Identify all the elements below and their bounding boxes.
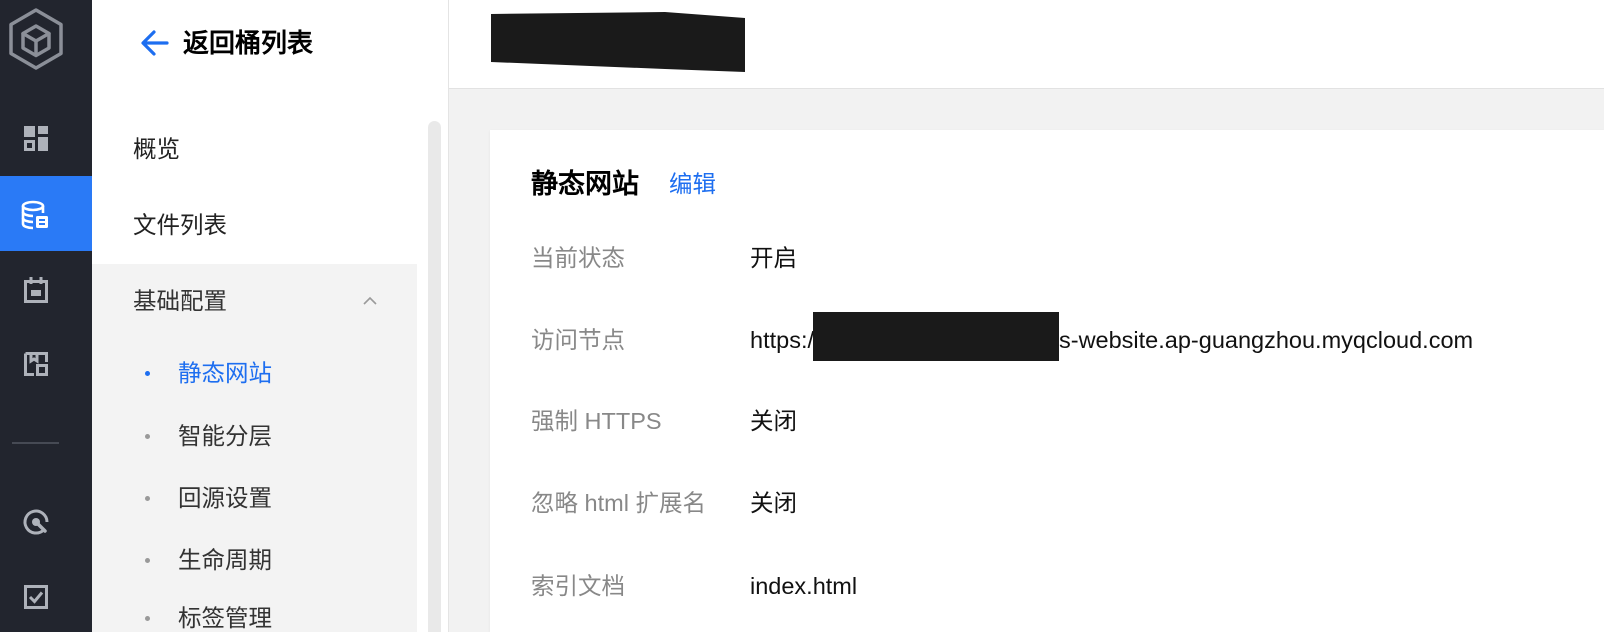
bullet xyxy=(145,370,150,376)
sidebar-subitem-lifecycle[interactable]: 生命周期 xyxy=(92,529,417,591)
info-row-endpoint: 访问节点 https:/ s-website.ap-guangzhou.myqc… xyxy=(490,312,1604,361)
sidebar-item-file-list[interactable]: 文件列表 xyxy=(92,188,418,262)
row-value: 开启 xyxy=(750,245,797,271)
sidebar-item-label: 概览 xyxy=(133,136,180,162)
sidebar-subitem-label: 回源设置 xyxy=(178,485,272,511)
redacted-url-segment xyxy=(813,312,1059,361)
rail-item-buckets[interactable] xyxy=(0,176,92,251)
sidebar-subitem-label: 生命周期 xyxy=(178,547,272,573)
sidebar-subitem-intelligent-tiering[interactable]: 智能分层 xyxy=(92,405,417,467)
rail-divider xyxy=(12,442,59,444)
redacted-bucket-name xyxy=(491,12,745,72)
sidebar-subitem-tag-management[interactable]: 标签管理 xyxy=(92,588,417,632)
hexagon-cube-logo-icon xyxy=(9,8,63,70)
rail-item-tasks[interactable] xyxy=(0,566,92,628)
row-label: 忽略 html 扩展名 xyxy=(531,490,706,516)
sidebar-subitem-label: 标签管理 xyxy=(178,605,272,631)
row-label: 索引文档 xyxy=(531,573,625,599)
sidebar-subitem-origin-settings[interactable]: 回源设置 xyxy=(92,467,417,529)
row-label: 当前状态 xyxy=(531,245,625,271)
card-title: 静态网站 xyxy=(531,169,639,199)
checkbox-icon xyxy=(21,582,51,612)
product-logo[interactable] xyxy=(6,7,66,71)
row-label: 访问节点 xyxy=(531,327,625,353)
bucket-sidebar: 返回桶列表 概览 文件列表 基础配置 静态网站 智能分层 回源设置 生命周期 标… xyxy=(92,0,449,632)
bullet xyxy=(145,616,150,621)
static-website-card: 静态网站 编辑 当前状态 开启 访问节点 https:/ s-website.a… xyxy=(490,130,1604,632)
sidebar-group-basic-config: 基础配置 静态网站 智能分层 回源设置 生命周期 标签管理 xyxy=(92,264,417,632)
chevron-up-icon xyxy=(363,296,377,305)
top-header xyxy=(449,0,1604,89)
info-row-status: 当前状态 开启 xyxy=(490,243,1604,273)
row-value: 关闭 xyxy=(750,490,797,516)
dashboard-icon xyxy=(21,123,51,153)
info-row-ignore-html-ext: 忽略 html 扩展名 关闭 xyxy=(490,488,1604,518)
info-row-force-https: 强制 HTTPS 关闭 xyxy=(490,406,1604,436)
bullet xyxy=(145,557,150,563)
bullet xyxy=(145,433,150,439)
arrow-left-icon xyxy=(140,29,170,57)
main-content: 静态网站 编辑 当前状态 开启 访问节点 https:/ s-website.a… xyxy=(449,89,1604,632)
icon-rail xyxy=(0,0,92,632)
sidebar-subitem-label: 智能分层 xyxy=(178,423,272,449)
rail-item-calendar[interactable] xyxy=(0,259,92,321)
endpoint-url-prefix: https:/ xyxy=(750,327,815,353)
sidebar-group-header[interactable]: 基础配置 xyxy=(92,264,417,338)
row-value: 关闭 xyxy=(750,408,797,434)
sidebar-item-overview[interactable]: 概览 xyxy=(92,112,418,186)
gauge-icon xyxy=(21,507,51,537)
back-to-bucket-list-link[interactable]: 返回桶列表 xyxy=(136,20,376,66)
endpoint-url-suffix: s-website.ap-guangzhou.myqcloud.com xyxy=(1059,327,1474,353)
rail-item-storage[interactable] xyxy=(0,333,92,395)
storage-box-icon xyxy=(21,349,51,379)
row-label: 强制 HTTPS xyxy=(531,408,662,434)
sidebar-group-label: 基础配置 xyxy=(133,288,227,314)
back-label: 返回桶列表 xyxy=(183,28,314,58)
sidebar-subitem-label: 静态网站 xyxy=(178,360,272,386)
row-value: index.html xyxy=(750,573,858,599)
calendar-icon xyxy=(21,275,51,305)
rail-item-dashboard[interactable] xyxy=(0,107,92,169)
sidebar-subitem-static-website[interactable]: 静态网站 xyxy=(92,342,417,404)
sidebar-scrollbar[interactable] xyxy=(428,121,441,632)
bullet xyxy=(145,495,150,501)
rail-item-monitor[interactable] xyxy=(0,491,92,553)
sidebar-item-label: 文件列表 xyxy=(133,212,227,238)
info-row-index-document: 索引文档 index.html xyxy=(490,571,1604,601)
edit-link[interactable]: 编辑 xyxy=(669,169,716,199)
database-bucket-icon xyxy=(19,199,49,229)
